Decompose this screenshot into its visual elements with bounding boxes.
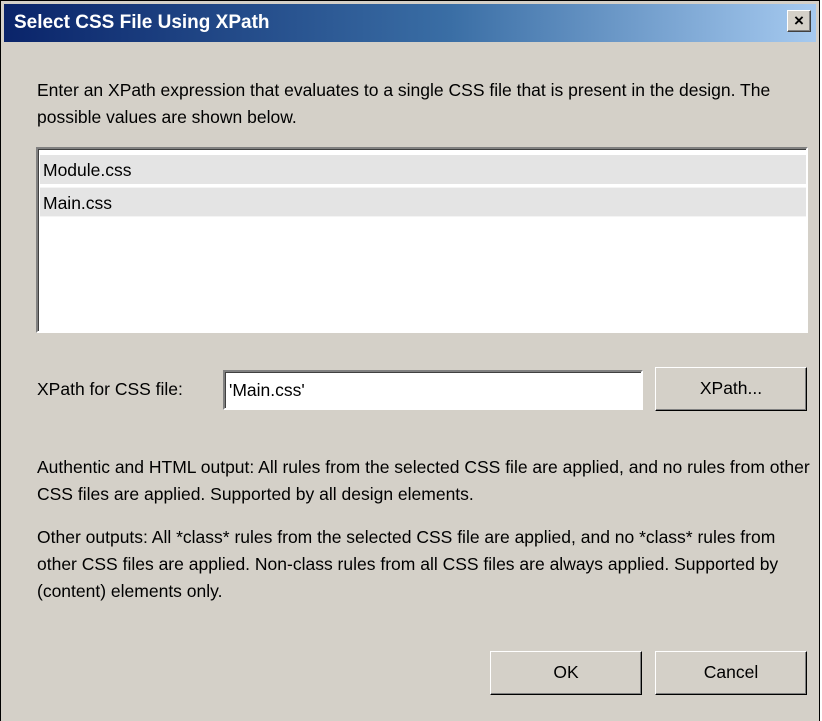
close-icon: × — [794, 11, 804, 30]
dialog-title: Select CSS File Using XPath — [14, 12, 270, 33]
cancel-button[interactable]: Cancel — [655, 651, 807, 695]
other-outputs-note: Other outputs: All *class* rules from th… — [37, 527, 779, 601]
select-css-dialog: Select CSS File Using XPath × Enter an X… — [0, 0, 820, 721]
xpath-input[interactable] — [223, 370, 643, 410]
xpath-field-label: XPath for CSS file: — [37, 379, 183, 399]
ok-button[interactable]: OK — [490, 651, 642, 695]
css-file-list[interactable]: Module.css Main.css — [36, 147, 808, 333]
list-item-module-css[interactable]: Module.css — [40, 155, 806, 185]
intro-text: Enter an XPath expression that evaluates… — [37, 80, 771, 127]
title-bar[interactable]: Select CSS File Using XPath × — [4, 4, 816, 42]
xpath-builder-button[interactable]: XPath... — [655, 367, 807, 411]
close-button[interactable]: × — [787, 10, 811, 32]
html-output-note: Authentic and HTML output: All rules fro… — [37, 457, 810, 504]
list-item-main-css[interactable]: Main.css — [40, 187, 806, 217]
